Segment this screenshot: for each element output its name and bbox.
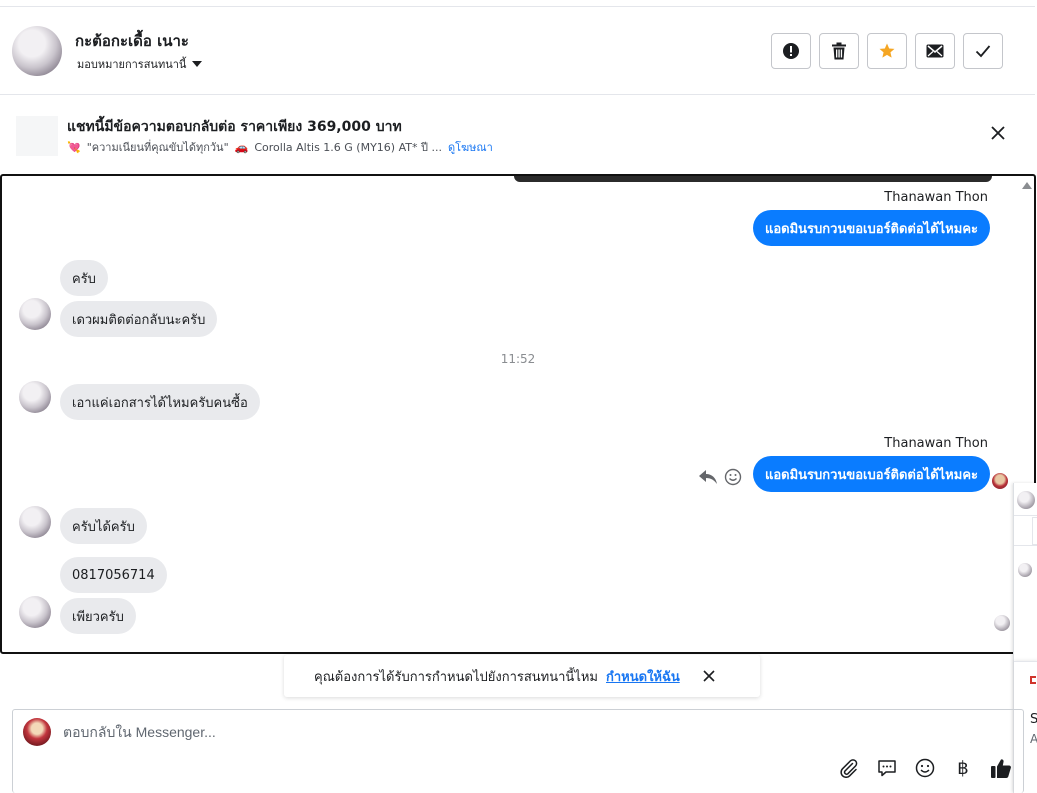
contact-name[interactable]: กะต้อกะเดื้อ เนาะ	[75, 29, 189, 53]
spam-icon	[783, 43, 799, 59]
message-timestamp: 11:52	[500, 352, 536, 366]
ad-thumbnail	[16, 116, 58, 156]
divider	[1014, 515, 1037, 516]
message-hover-tools	[698, 468, 742, 486]
thumbs-up-icon	[991, 759, 1011, 778]
contact-avatar-small	[19, 381, 51, 413]
composer-tools: ฿	[837, 756, 1013, 780]
ad-model: Corolla Altis 1.6 G (MY16) AT* ปี ...	[254, 141, 442, 154]
page-avatar	[23, 718, 51, 746]
star-icon	[879, 43, 895, 58]
view-ad-link[interactable]: ดูโฆษณา	[448, 138, 493, 156]
car-icon: 🚗	[234, 140, 249, 154]
previous-attachment-strip	[514, 176, 992, 182]
ad-quote: "ความเนียนที่คุณขับได้ทุกวัน"	[86, 141, 229, 154]
sender-name: Thanawan Thon	[884, 190, 988, 205]
send-like-button[interactable]	[989, 756, 1013, 780]
contact-avatar-small	[19, 298, 51, 330]
side-panel-letter-a: A	[1030, 732, 1037, 746]
ad-title: แชทนี้มีข้อความตอบกลับต่อ ราคาเพียง 369,…	[67, 119, 402, 135]
incoming-message[interactable]: ครับ	[60, 260, 108, 296]
incoming-message[interactable]: 0817056714	[60, 557, 167, 593]
emoji-icon	[915, 758, 935, 778]
seen-by-avatar	[992, 473, 1008, 489]
scroll-up-arrow-icon[interactable]	[1022, 182, 1032, 189]
incoming-message[interactable]: เพียวครับ	[60, 598, 136, 634]
assign-conversation-dropdown[interactable]: มอบหมายการสนทนานี้	[77, 55, 203, 73]
incoming-message[interactable]: เดวผมติดต่อกลับนะครับ	[60, 301, 218, 337]
trash-icon	[832, 42, 846, 60]
emoji-button[interactable]	[913, 756, 937, 780]
incoming-message[interactable]: เอาแค่เอกสารได้ไหมครับคนซื้อ	[60, 384, 260, 420]
delete-button[interactable]	[819, 33, 859, 69]
toast-message: คุณต้องการได้รับการกำหนดไปยังการสนทนานี้…	[314, 669, 598, 685]
check-icon	[975, 45, 991, 58]
read-receipt-avatar	[994, 615, 1010, 631]
close-icon	[991, 126, 1005, 140]
side-panel-box	[1032, 517, 1037, 545]
ad-subtitle: 💘 "ความเนียนที่คุณขับได้ทุกวัน" 🚗 Coroll…	[67, 138, 493, 156]
conversation-header: กะต้อกะเดื้อ เนาะ มอบหมายการสนทนานี้	[0, 6, 1035, 95]
outgoing-message[interactable]: แอดมินรบกวนขอเบอร์ติดต่อได้ไหมคะ	[752, 210, 990, 246]
close-ad-banner-button[interactable]	[989, 124, 1007, 142]
caret-down-icon	[192, 61, 203, 67]
contact-avatar-small	[19, 596, 51, 628]
close-icon[interactable]	[702, 669, 716, 683]
incoming-message[interactable]: ครับได้ครับ	[60, 508, 147, 544]
side-panel-red-icon	[1030, 676, 1036, 684]
mark-spam-button[interactable]	[771, 33, 811, 69]
payment-button[interactable]: ฿	[951, 756, 975, 780]
saved-reply-button[interactable]	[875, 756, 899, 780]
heart-icon: 💘	[67, 140, 81, 154]
sender-name: Thanawan Thon	[884, 436, 988, 451]
mark-unread-button[interactable]	[915, 33, 955, 69]
assign-label: มอบหมายการสนทนานี้	[77, 58, 187, 71]
assign-prompt-toast: คุณต้องการได้รับการกำหนดไปยังการสนทนานี้…	[284, 655, 760, 697]
assign-to-me-link[interactable]: กำหนดให้ฉัน	[606, 666, 680, 687]
ad-context-banner: แชทนี้มีข้อความตอบกลับต่อ ราคาเพียง 369,…	[0, 96, 1035, 172]
star-button[interactable]	[867, 33, 907, 69]
side-panel-letter-s: S	[1030, 712, 1037, 727]
divider	[1014, 545, 1037, 546]
header-actions	[771, 33, 1003, 69]
mark-done-button[interactable]	[963, 33, 1003, 69]
envelope-icon	[926, 44, 944, 58]
react-emoji-icon[interactable]	[724, 468, 742, 486]
contact-avatar-small	[19, 506, 51, 538]
reply-icon[interactable]	[698, 469, 718, 485]
paperclip-icon	[840, 759, 858, 778]
side-panel-avatar	[1018, 563, 1032, 577]
inbox-conversation-view: กะต้อกะเดื้อ เนาะ มอบหมายการสนทนานี้ แชท…	[0, 0, 1037, 793]
message-thread[interactable]: Thanawan Thon แอดมินรบกวนขอเบอร์ติดต่อได…	[0, 174, 1036, 654]
side-panel-avatar	[1017, 491, 1035, 509]
saved-reply-icon	[878, 760, 896, 777]
outgoing-message[interactable]: แอดมินรบกวนขอเบอร์ติดต่อได้ไหมคะ	[752, 456, 990, 492]
contact-avatar[interactable]	[12, 26, 62, 76]
message-composer: ฿	[12, 709, 1024, 793]
baht-icon: ฿	[957, 757, 969, 779]
attach-button[interactable]	[837, 756, 861, 780]
reply-input[interactable]	[63, 724, 963, 740]
